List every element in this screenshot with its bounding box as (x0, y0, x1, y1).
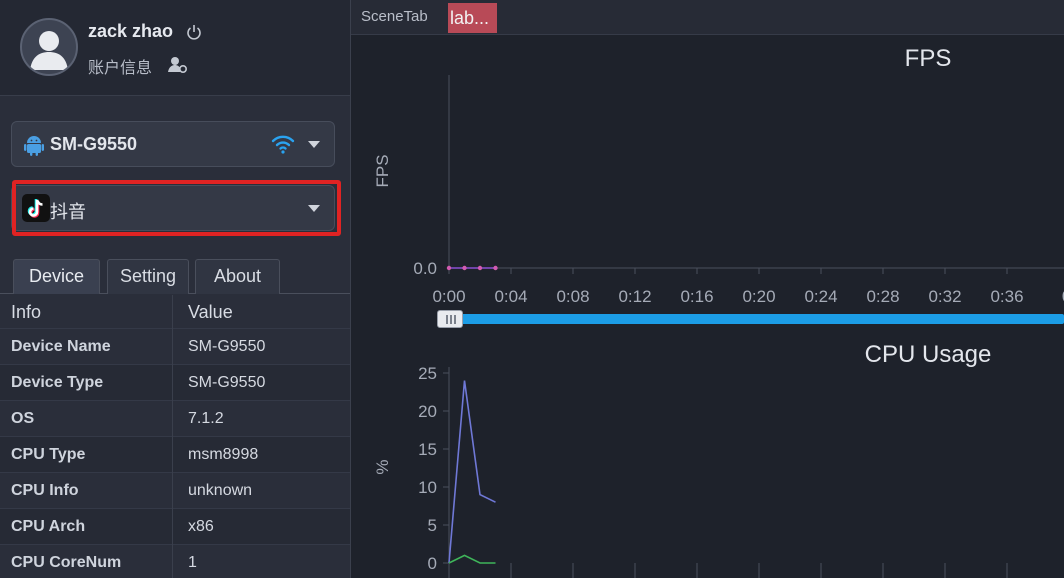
x-tick-label: 0:00 (432, 287, 465, 306)
y-tick-label: 15 (418, 440, 437, 459)
row-key: Device Name (11, 338, 111, 355)
y-tick-label: 0.0 (413, 259, 437, 278)
column-divider (172, 295, 173, 329)
y-tick-label: 5 (428, 516, 437, 535)
x-tick-label: 0:04 (494, 287, 527, 306)
user-name: zack zhao (88, 21, 174, 41)
account-info-label[interactable]: 账户信息 (88, 54, 152, 78)
sidebar: zack zhao 账户信息 SM-G9550 抖音 Device Settin… (0, 0, 351, 578)
avatar[interactable] (20, 18, 78, 76)
tab-setting[interactable]: Setting (107, 259, 189, 294)
wifi-icon (271, 135, 295, 154)
sidebar-tabs: Device Setting About (0, 257, 350, 294)
row-key: CPU CoreNum (11, 554, 122, 571)
y-axis-label: FPS (373, 154, 392, 187)
x-tick-label: 0:12 (618, 287, 651, 306)
device-info-table: Info Value Device Name SM-G9550 Device T… (0, 295, 350, 578)
chevron-down-icon (308, 205, 320, 212)
y-tick-label: 25 (418, 364, 437, 383)
app-select-value: 抖音 (50, 202, 86, 222)
table-row[interactable]: CPU Info unknown (0, 473, 350, 509)
user-profile: zack zhao 账户信息 (0, 0, 350, 96)
table-row[interactable]: CPU Arch x86 (0, 509, 350, 545)
y-axis-label: % (373, 459, 392, 474)
scene-tab-bar: SceneTab lab... (351, 0, 1064, 35)
chart-title: FPS (905, 45, 952, 72)
tab-device[interactable]: Device (13, 259, 100, 294)
app-select[interactable]: 抖音 (11, 185, 335, 231)
column-divider (172, 437, 173, 473)
account-settings-icon[interactable] (168, 56, 188, 74)
data-point (446, 265, 452, 271)
tab-lab[interactable]: lab... (448, 3, 497, 33)
column-divider (172, 401, 173, 437)
x-tick-label: 0:20 (742, 287, 775, 306)
main-panel: SceneTab lab... FPS FPS 0.0 0:00 0:04 0:08 0:1… (351, 0, 1064, 578)
row-value: SM-G9550 (188, 338, 266, 355)
column-divider (172, 473, 173, 509)
cpu-usage-chart: CPU Usage% 0 5 10 15 20 25 (373, 341, 1008, 578)
column-header-info[interactable]: Info (11, 295, 41, 329)
series-line (448, 380, 496, 564)
timeline-slider-handle[interactable] (437, 310, 463, 328)
charts-area: FPS FPS 0.0 0:00 0:04 0:08 0:12 0:16 0:20 0:24 0:2… (373, 45, 1064, 578)
x-tick-label: 0:24 (804, 287, 837, 306)
android-icon (24, 136, 44, 156)
x-tick-label: 0:16 (680, 287, 713, 306)
row-key: Device Type (11, 374, 104, 391)
series-line (448, 554, 496, 564)
table-header: Info Value (0, 295, 350, 329)
row-value: unknown (188, 482, 253, 499)
row-value: 1 (188, 554, 197, 571)
chart-title: CPU Usage (865, 341, 992, 368)
user-avatar-icon (30, 31, 68, 70)
row-key: OS (11, 410, 35, 427)
x-tick-label: 0:08 (556, 287, 589, 306)
y-tick-label: 20 (418, 402, 437, 421)
table-row[interactable]: OS 7.1.2 (0, 401, 350, 437)
table-row[interactable]: CPU Type msm8998 (0, 437, 350, 473)
chevron-down-icon (308, 141, 320, 148)
column-divider (172, 545, 173, 578)
tab-about[interactable]: About (195, 259, 280, 294)
device-select-value: SM-G9550 (50, 134, 138, 154)
tiktok-icon (22, 194, 50, 222)
x-tick-label: 0:36 (990, 287, 1023, 306)
data-point (477, 265, 483, 271)
device-select[interactable]: SM-G9550 (11, 121, 335, 167)
fps-chart: FPS FPS 0.0 0:00 0:04 0:08 0:12 0:16 0:20 0:24 0:2… (373, 45, 1064, 306)
data-point (493, 265, 498, 271)
column-divider (172, 365, 173, 401)
row-value: SM-G9550 (188, 374, 266, 391)
row-value: 7.1.2 (188, 410, 224, 427)
y-tick-label: 0 (428, 554, 437, 573)
column-divider (172, 509, 173, 545)
row-value: x86 (188, 518, 214, 535)
row-key: CPU Info (11, 482, 79, 499)
row-key: CPU Type (11, 446, 86, 463)
table-row[interactable]: Device Name SM-G9550 (0, 329, 350, 365)
column-divider (172, 329, 173, 365)
column-header-value[interactable]: Value (188, 295, 233, 329)
row-value: msm8998 (188, 446, 259, 463)
table-row[interactable]: CPU CoreNum 1 (0, 545, 350, 578)
x-tick-label: 0:28 (866, 287, 899, 306)
table-row[interactable]: Device Type SM-G9550 (0, 365, 350, 401)
y-tick-label: 10 (418, 478, 437, 497)
data-point (462, 265, 467, 271)
tab-scenetab[interactable]: SceneTab (361, 8, 428, 25)
timeline-slider-track[interactable] (449, 314, 1064, 324)
power-icon[interactable] (186, 23, 202, 41)
row-key: CPU Arch (11, 518, 86, 535)
x-tick-label: 0:32 (928, 287, 961, 306)
